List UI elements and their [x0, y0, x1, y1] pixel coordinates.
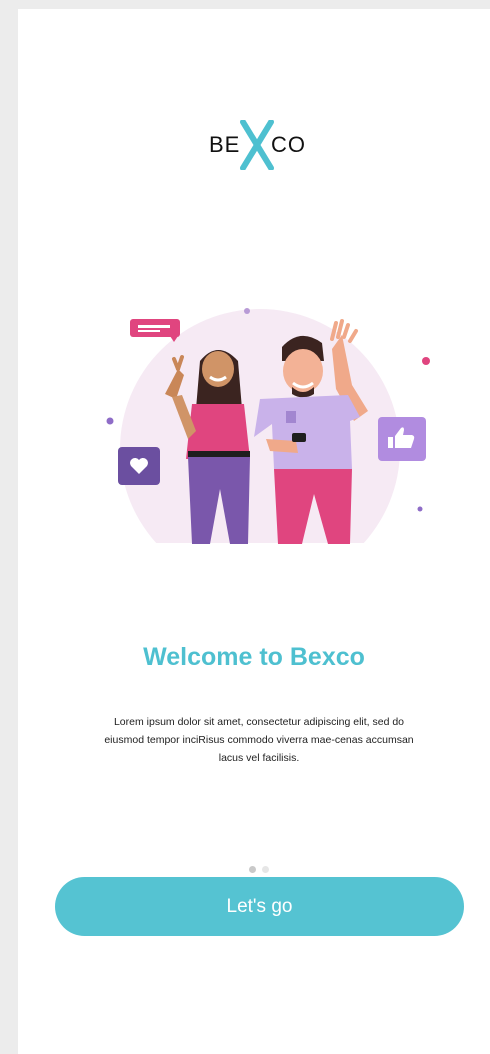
thumbs-up-icon	[378, 417, 426, 461]
pagination-dot-active[interactable]	[249, 866, 256, 873]
pagination-dot[interactable]	[262, 866, 269, 873]
heart-icon	[118, 447, 160, 485]
lets-go-button[interactable]: Let's go	[55, 877, 464, 936]
welcome-description: Lorem ipsum dolor sit amet, consectetur …	[104, 716, 414, 764]
welcome-title: Welcome to Bexco	[143, 643, 365, 671]
logo-x-mark	[240, 120, 274, 170]
welcome-illustration	[70, 308, 450, 544]
smartphone-icon	[292, 433, 306, 442]
bexco-logo: BE CO	[209, 120, 309, 170]
onboarding-screen: BE CO Welcome to Bexco Lorem ipsum dolor…	[18, 9, 490, 1054]
pagination-indicator	[249, 866, 271, 874]
logo-text-left: BE	[209, 132, 241, 157]
message-bubble-icon	[130, 319, 180, 342]
logo-text-right: CO	[271, 132, 306, 157]
